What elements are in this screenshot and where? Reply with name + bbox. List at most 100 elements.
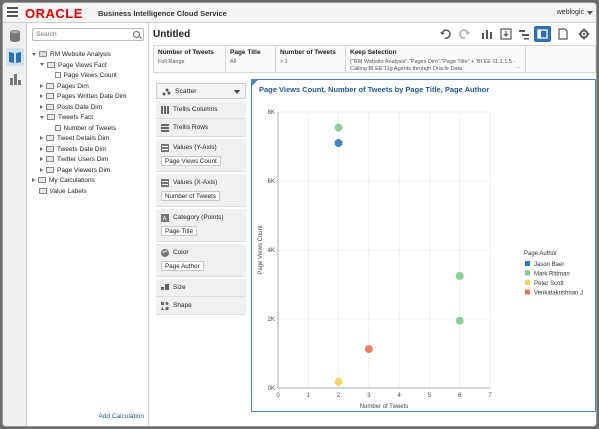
expand-open-icon[interactable] [40,63,44,67]
data-point [334,123,343,132]
tree-item-label: Pages Dim [57,82,89,90]
expand-closed-icon[interactable] [40,157,43,162]
values-y-chip[interactable]: Page Views Count [161,156,221,166]
section-label: Values (Y-Axis) [173,144,217,151]
search-input[interactable] [33,29,129,40]
x-tick-label: 3 [367,393,371,399]
search-icon[interactable] [133,31,140,38]
user-menu[interactable]: weblogic [557,9,584,16]
tree-item[interactable]: Page Viewers Dim [40,166,110,176]
expand-closed-icon[interactable] [32,178,35,183]
folder-icon [46,93,54,100]
chart-type-icon[interactable] [481,28,493,40]
chart-type-label: Scatter [175,88,197,95]
tree-item[interactable]: Page Views Fact [40,61,107,71]
values-x-section[interactable]: Values (X-Axis) Number of Tweets [156,174,246,207]
size-section[interactable]: Size [156,279,246,297]
tag-icon [38,187,47,194]
tree-item-label: Page Views Fact [58,61,107,69]
tree-item-label: Tweets Fact [58,114,94,121]
color-section[interactable]: Color Page Author [156,244,246,277]
trellis-rows-section[interactable]: Trellis Rows [156,119,246,137]
x-tick-label: 1 [307,393,311,399]
palette-icon [161,249,169,257]
folder-icon [38,177,46,184]
category-chip[interactable]: Page Title [161,226,198,236]
tree-item[interactable]: Posts Date Dim [40,103,102,113]
expand-closed-icon[interactable] [40,167,43,172]
tree-item[interactable]: Number of Tweets [48,124,116,134]
search-box[interactable] [32,28,144,41]
data-point [364,345,373,354]
database-icon [39,51,47,58]
y-tick-label: 8K [268,110,275,116]
folder-icon [46,103,54,110]
redo-icon[interactable] [459,28,471,40]
values-x-chip[interactable]: Number of Tweets [161,191,220,201]
scatter-icon [162,88,171,96]
tree-item[interactable]: Pages Written Date Dim [40,92,127,102]
legend-label: Mark Rittman [534,272,570,278]
svg-text:A: A [163,217,167,223]
tree-item[interactable]: Tweets Date Dim [40,145,107,155]
tree-item[interactable]: Page Views Count [48,71,117,81]
filter-value: > 1 [280,59,288,65]
filter-number-of-tweets[interactable]: Number of Tweets Full Range [154,46,226,72]
x-tick-label: 0 [276,393,280,399]
shape-icon [161,302,169,310]
tree-item-label: Twitter Users Dim [57,156,109,163]
filter-bar: Number of Tweets Full Range Page Title A… [153,45,596,73]
shape-section[interactable]: Shape [156,297,246,315]
document-icon[interactable] [557,28,569,40]
values-y-section[interactable]: Values (Y-Axis) Page Views Count [156,139,246,172]
tree-item[interactable]: My Calculations [32,176,95,186]
tree-item-label: Posts Date Dim [57,103,103,111]
more-icon[interactable]: … [514,63,521,70]
data-elements-button[interactable] [6,48,24,66]
expand-closed-icon[interactable] [40,104,43,109]
section-label: Color [173,249,189,256]
add-calculation-link[interactable]: Add Calculation [98,413,144,420]
tree-item[interactable]: Pages Dim [40,82,89,92]
filter-keep-selection[interactable]: Keep Selection ("RM Website Analysis"."P… [346,46,526,72]
legend-label: Venkatakrishnan J [534,291,583,297]
color-chip[interactable]: Page Author [161,261,204,271]
tree-item[interactable]: Value Labels [32,187,87,197]
filter-page-title[interactable]: Page Title All [226,46,276,72]
expand-closed-icon[interactable] [40,94,43,99]
expand-closed-icon[interactable] [40,136,43,141]
category-section[interactable]: A Category (Points) Page Title [156,209,246,242]
legend-title: Page Author [524,251,557,257]
hierarchy-icon[interactable] [518,28,530,40]
layout-toggle-button[interactable] [534,26,551,42]
legend-swatch [525,261,530,266]
tree-item[interactable]: Twitter Users Dim [40,155,108,165]
filter-value: All [230,59,237,65]
x-tick-label: 5 [428,393,432,399]
tree-item[interactable]: Tweets Fact [40,113,93,123]
list-icon [161,179,169,187]
trellis-columns-section[interactable]: Trellis Columns [156,101,246,119]
page-title[interactable]: Untitled [153,29,190,40]
undo-icon[interactable] [439,28,451,40]
visualizations-button[interactable] [6,70,24,88]
filter-number-of-tweets-2[interactable]: Number of Tweets > 1 [276,46,346,72]
menu-icon[interactable] [7,7,18,18]
gear-icon[interactable] [578,28,590,40]
expand-closed-icon[interactable] [40,83,43,88]
chart-container[interactable]: Page Views Count, Number of Tweets by Pa… [251,79,596,412]
bar-chart-icon [10,74,21,85]
tree-item[interactable]: Tweet Details Dim [40,134,109,144]
chevron-down-icon[interactable] [587,11,593,15]
download-icon[interactable] [500,28,512,40]
expand-open-icon[interactable] [40,115,44,119]
expand-closed-icon[interactable] [40,146,43,151]
section-label: Category (Points) [173,214,224,221]
data-point [334,139,343,148]
folder-icon [47,61,55,68]
tree-item[interactable]: RM Website Analysis [32,50,111,60]
chart-type-dropdown[interactable]: Scatter [156,83,246,99]
data-sources-button[interactable] [6,27,24,45]
folder-icon [46,135,54,142]
expand-open-icon[interactable] [32,52,36,56]
